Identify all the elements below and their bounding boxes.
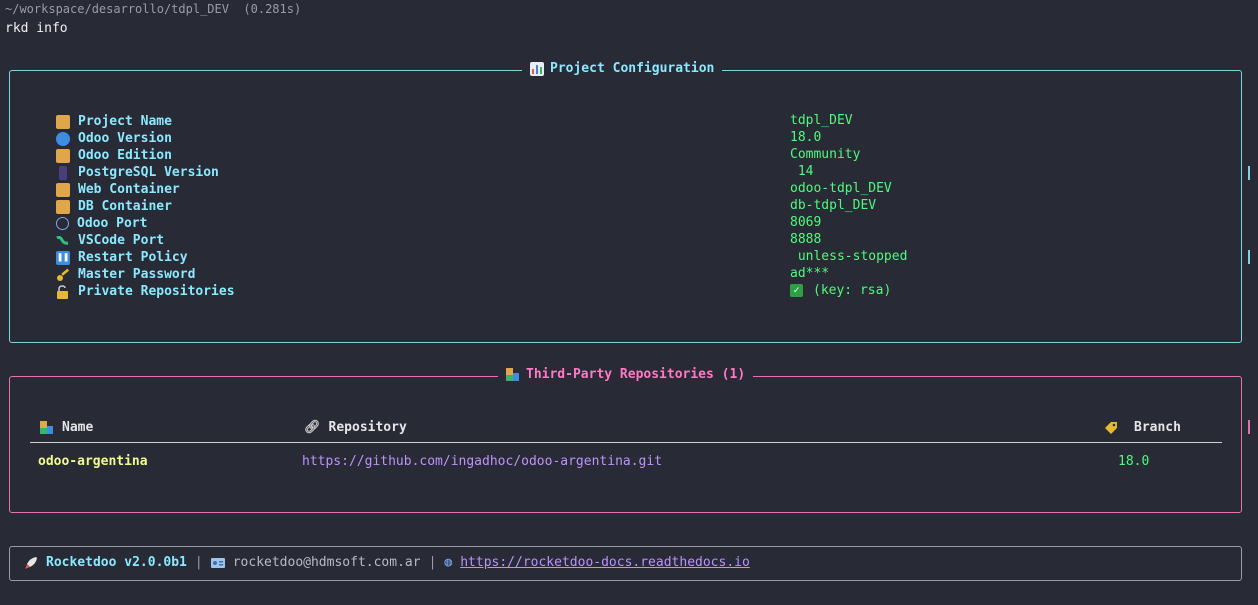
config-row-master-password: Master Password [56,266,195,283]
config-row-postgresql-version: PostgreSQL Version [56,164,219,181]
globe-icon [56,131,70,146]
config-label: Restart Policy [78,250,188,265]
scroll-marker [1248,420,1250,434]
footer-email[interactable]: rocketdoo@hdmsoft.com.ar [233,555,421,570]
prompt-path: ~/workspace/desarrollo/tdpl_DEV (0.281s) [5,2,302,16]
check-icon: ✓ [790,284,803,297]
config-row-private-repositories: Private Repositories [56,283,235,300]
package-icon [56,114,70,129]
command-line[interactable]: rkd info [5,21,68,36]
table-header-divider [30,442,1222,443]
scroll-marker [1248,166,1250,180]
config-value-vscode-port: 8888 [790,232,822,247]
scroll-marker [1248,250,1250,264]
column-header-name-label: Name [62,420,94,435]
id-card-icon [210,557,225,568]
config-value-private-repositories: ✓ (key: rsa) [790,283,891,298]
footer-content: Rocketdoo v2.0.0b1 | rocketdoo@hdmsoft.c… [24,555,750,570]
blocks-icon [506,367,519,381]
config-label: Odoo Port [77,216,148,231]
config-label: Odoo Edition [78,148,172,163]
footer-brand: Rocketdoo v2.0.0b1 [46,555,187,570]
footer-panel: Rocketdoo v2.0.0b1 | rocketdoo@hdmsoft.c… [9,546,1242,581]
config-label: DB Container [78,199,172,214]
footer-separator: | [428,555,437,570]
config-value-db-container: db-tdpl_DEV [790,198,877,213]
repo-row-name: odoo-argentina [38,454,148,469]
config-row-web-container: Web Container [56,181,180,198]
tag-icon [1105,421,1117,434]
config-value-web-container: odoo-tdpl_DEV [790,181,892,196]
column-header-name[interactable]: Name [40,420,93,435]
config-value-master-password: ad*** [790,266,830,281]
repo-row-url[interactable]: https://github.com/ingadhoc/odoo-argenti… [302,454,662,469]
config-label: Web Container [78,182,180,197]
package-icon [56,199,70,214]
config-label: Private Repositories [78,284,235,299]
config-value-postgresql-version: 14 [790,164,814,179]
config-row-odoo-version: Odoo Version [56,130,172,147]
config-panel-title-text: Project Configuration [550,61,715,76]
config-row-odoo-port: Odoo Port [56,215,147,232]
project-configuration-panel: Project Configuration Project Name tdpl_… [9,61,1242,343]
repo-panel-title: Third-Party Repositories (1) [498,367,754,382]
column-header-branch[interactable]: Branch [1104,420,1181,435]
vscode-icon [56,235,69,245]
config-label: Project Name [78,114,172,129]
config-row-restart-policy: ❚❚ Restart Policy [56,249,188,266]
link-icon: 🔗︎ [304,420,321,435]
config-value-odoo-port: 8069 [790,215,822,230]
config-value-odoo-version: 18.0 [790,130,822,145]
config-value-restart-policy: unless-stopped [790,249,908,264]
config-label: PostgreSQL Version [78,165,219,180]
config-label: Odoo Version [78,131,172,146]
config-panel-title: Project Configuration [522,61,723,76]
column-header-repository-label: Repository [328,420,407,435]
globe-icon: ◍ [444,555,453,570]
pause-icon: ❚❚ [56,250,70,265]
config-row-db-container: DB Container [56,198,172,215]
repo-row-branch: 18.0 [1118,454,1150,469]
database-icon [59,165,67,180]
blocks-icon [40,420,53,434]
repo-panel-title-text: Third-Party Repositories (1) [526,367,746,382]
key-icon [57,268,70,281]
rocket-icon [25,556,37,569]
config-row-odoo-edition: Odoo Edition [56,147,172,164]
config-label: Master Password [78,267,196,282]
config-value-project-name: tdpl_DEV [790,113,853,128]
config-row-project-name: Project Name [56,113,172,130]
config-row-vscode-port: VSCode Port [56,232,164,249]
bar-chart-icon [530,61,544,76]
column-header-repository[interactable]: 🔗︎ Repository [304,420,407,435]
package-icon [56,148,70,163]
third-party-repositories-panel: Third-Party Repositories (1) Name 🔗︎ Rep… [9,367,1242,513]
package-icon [56,182,70,197]
config-value-odoo-edition: Community [790,147,861,162]
private-repos-key: (key: rsa) [813,283,892,298]
column-header-branch-label: Branch [1134,420,1181,435]
unlock-icon [57,284,68,299]
config-label: VSCode Port [78,233,165,248]
footer-docs-link[interactable]: https://rocketdoo-docs.readthedocs.io [460,555,750,570]
network-icon [56,217,69,230]
footer-separator: | [194,555,203,570]
